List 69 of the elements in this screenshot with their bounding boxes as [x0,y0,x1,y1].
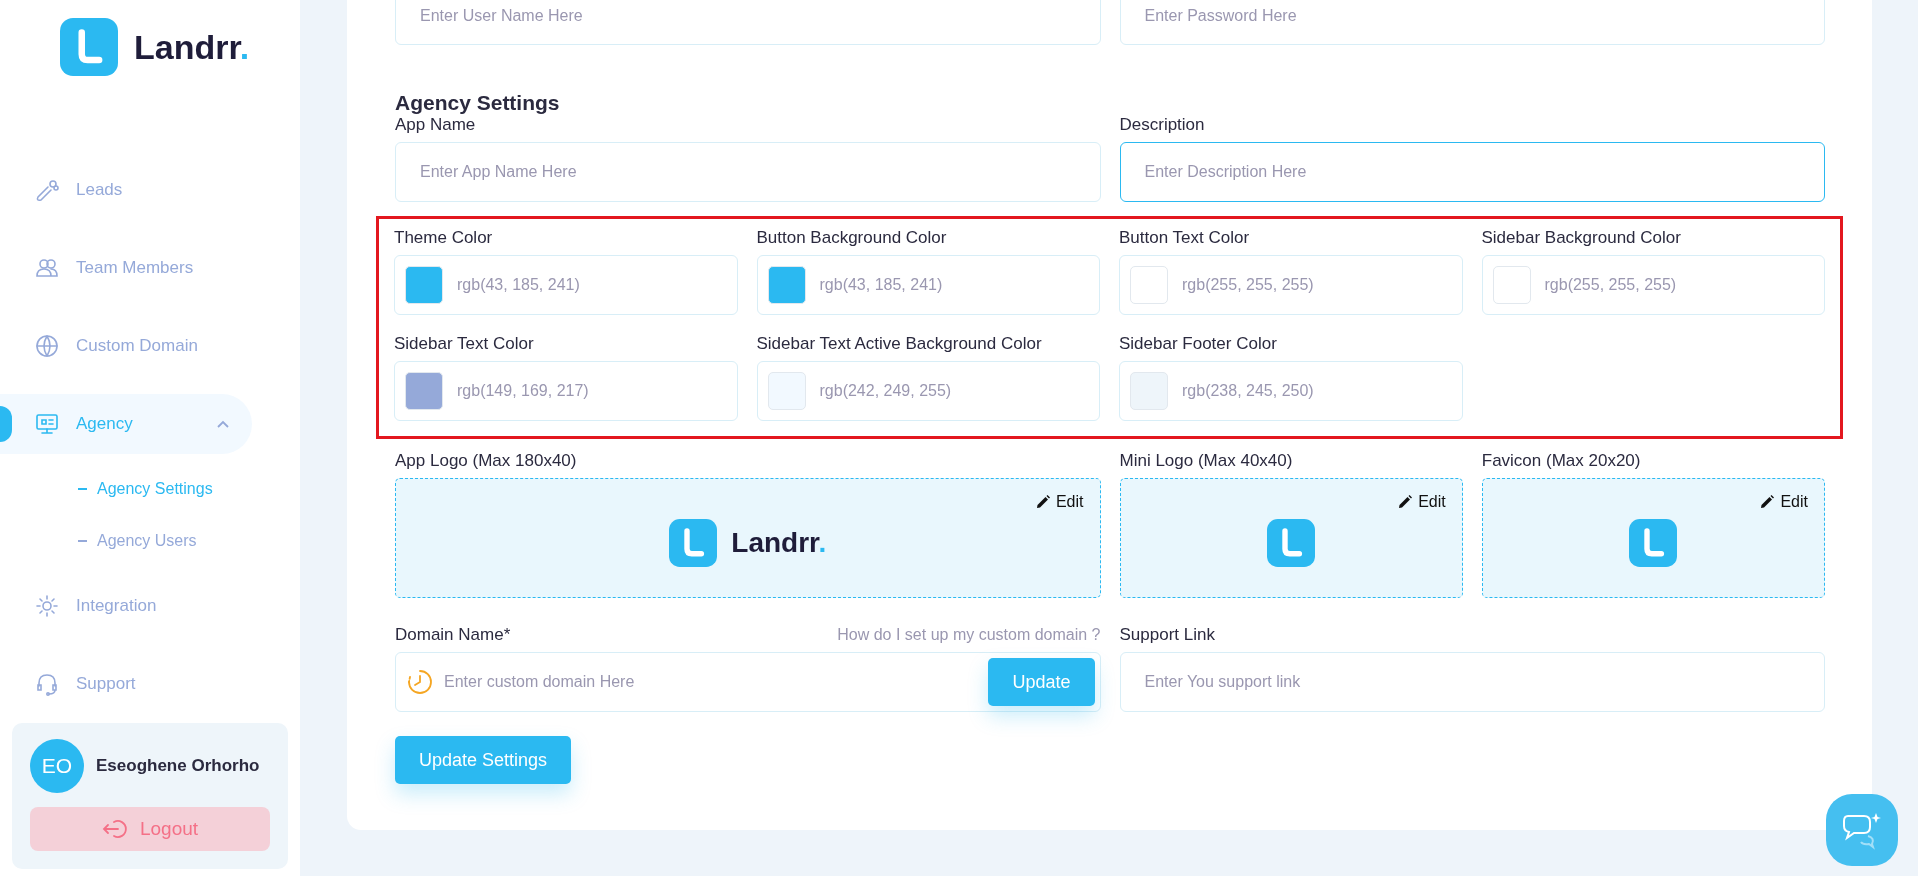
submenu-item[interactable]: Agency Settings [0,474,300,504]
field-label: Description [1119,115,1206,135]
section-title: Agency Settings [395,91,561,115]
nav-item[interactable]: Custom Domain [0,316,252,376]
field-label: Support Link [1119,625,1216,645]
logo-icon [1629,519,1678,567]
nav-item[interactable]: Agency [0,394,252,454]
color-field[interactable]: rgb(43, 185, 241) [756,255,1100,315]
user-name: Eseoghene Orhorho [96,756,260,776]
field-label: Favicon (Max 20x20) [1481,451,1642,471]
globe-icon [34,333,60,359]
monitor-icon [34,411,60,437]
pencil-icon [1035,495,1050,509]
color-swatch[interactable] [1492,266,1531,304]
color-swatch[interactable] [405,372,443,410]
field-label: Mini Logo (Max 40x40) [1119,451,1294,471]
color-swatch[interactable] [1130,372,1168,410]
color-swatch[interactable] [767,372,806,410]
field-label: Sidebar Text Active Background Color [756,334,1043,354]
domain-field[interactable]: Enter custom domain Here Update [395,652,1101,712]
nav-item[interactable]: Leads [0,160,252,220]
field-label: Sidebar Background Color [1481,228,1682,248]
edit-button[interactable]: Edit [1035,493,1084,511]
field-label: App Logo (Max 180x40) [395,451,578,471]
logo-icon [60,18,118,76]
color-field[interactable]: rgb(255, 255, 255) [1119,255,1463,315]
logo-upload-area[interactable]: Edit [1119,478,1463,598]
field-label: Sidebar Footer Color [1119,334,1278,354]
pencil-icon [1398,495,1413,509]
color-swatch[interactable] [767,266,806,304]
logo-icon [1267,519,1316,567]
help-link[interactable]: How do I set up my custom domain ? [837,626,1101,644]
color-field[interactable]: rgb(255, 255, 255) [1481,255,1825,315]
avatar: EO [30,739,84,793]
headset-icon [34,671,60,697]
update-settings-button[interactable]: Update Settings [395,736,572,784]
field-label: Domain Name* [395,625,511,645]
logo-upload-area[interactable]: Edit [1481,478,1825,598]
text-field[interactable]: Enter Description Here [1119,142,1825,202]
field-label: Button Background Color [756,228,948,248]
field-label: Theme Color [394,228,494,248]
nav-item[interactable]: Team Members [0,238,252,298]
chat-button[interactable] [1826,794,1898,866]
logo-upload-area[interactable]: Edit Landrr. [395,478,1101,598]
color-field[interactable]: rgb(149, 169, 217) [394,361,738,421]
edit-button[interactable]: Edit [1398,493,1446,511]
logout-icon [101,818,128,840]
field-label: Sidebar Text Color [394,334,535,354]
field-label: App Name [395,115,477,135]
dash-icon [78,540,87,542]
color-swatch[interactable] [1130,266,1168,304]
update-button[interactable]: Update [988,658,1095,706]
pencil-icon [1760,495,1775,509]
brand-name: Landrr. [731,527,827,559]
color-field[interactable]: rgb(43, 185, 241) [394,255,738,315]
nav-item[interactable]: Integration [0,576,252,636]
submenu-item[interactable]: Agency Users [0,526,300,556]
brand-name: Landrr. [134,27,250,67]
clock-icon [406,668,434,696]
active-indicator [0,406,12,442]
field-label: Button Text Color [1119,228,1251,248]
nav-item[interactable]: Support [0,654,252,714]
edit-button[interactable]: Edit [1760,493,1808,511]
color-swatch[interactable] [405,266,443,304]
logout-button[interactable]: Logout [30,807,270,851]
color-field[interactable]: rgb(238, 245, 250) [1119,361,1463,421]
dash-icon [78,488,87,490]
color-field[interactable]: rgb(242, 249, 255) [756,361,1100,421]
logo-icon [669,519,718,567]
